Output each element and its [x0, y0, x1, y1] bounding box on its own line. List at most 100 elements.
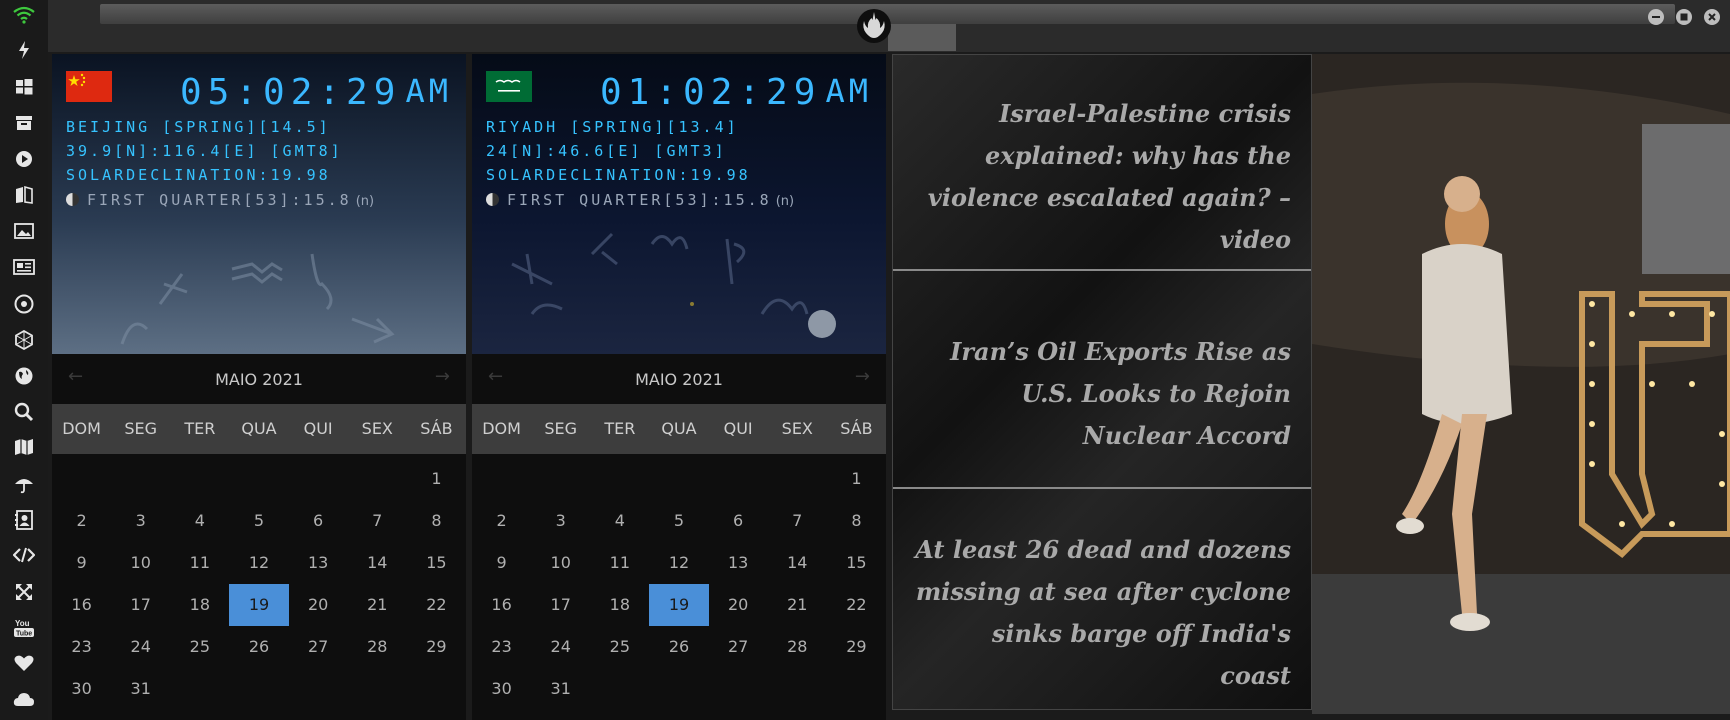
calendar-day[interactable]: 2 — [472, 500, 531, 542]
calendar-day[interactable]: 20 — [289, 584, 348, 626]
calendar-day[interactable]: 27 — [289, 626, 348, 668]
news-divider — [893, 269, 1311, 271]
expand-icon[interactable] — [11, 582, 37, 606]
calendar-day[interactable]: 28 — [768, 626, 827, 668]
next-month-arrow-icon[interactable]: → — [855, 366, 870, 387]
calendar-day[interactable]: 13 — [289, 542, 348, 584]
calendar-day[interactable]: 5 — [649, 500, 708, 542]
calendar-day[interactable]: 17 — [531, 584, 590, 626]
calendar-day[interactable]: 5 — [229, 500, 288, 542]
svg-text:Tube: Tube — [16, 631, 32, 638]
calendar-day[interactable]: 16 — [52, 584, 111, 626]
calendar-day[interactable]: 9 — [52, 542, 111, 584]
calendar-day[interactable]: 12 — [649, 542, 708, 584]
calendar-day[interactable]: 7 — [768, 500, 827, 542]
calendar-day[interactable]: 23 — [52, 626, 111, 668]
calendar-day[interactable]: 17 — [111, 584, 170, 626]
calendar-day[interactable]: 2 — [52, 500, 111, 542]
coordinates: 24[N]:46.6[E] [GMT3] — [486, 142, 727, 160]
calendar-day[interactable]: 18 — [590, 584, 649, 626]
calendar-day[interactable]: 12 — [229, 542, 288, 584]
close-button[interactable] — [1704, 9, 1720, 25]
book-icon[interactable] — [11, 185, 37, 210]
calendar-day[interactable]: 11 — [590, 542, 649, 584]
calendar-day[interactable]: 3 — [111, 500, 170, 542]
calendar-day[interactable]: 19 — [649, 584, 709, 626]
news-headline[interactable]: At least 26 dead and dozens missing at s… — [913, 529, 1291, 697]
calendar-day[interactable]: 29 — [407, 626, 466, 668]
calendar-day[interactable]: 4 — [170, 500, 229, 542]
zodiac-background — [511, 232, 836, 338]
calendar-day[interactable]: 25 — [590, 626, 649, 668]
calendar-day[interactable]: 10 — [111, 542, 170, 584]
calendar-day[interactable]: 24 — [111, 626, 170, 668]
next-month-arrow-icon[interactable]: → — [435, 366, 450, 387]
wifi-icon[interactable] — [11, 6, 37, 30]
calendar-day[interactable]: 6 — [709, 500, 768, 542]
maximize-button[interactable] — [1676, 9, 1692, 25]
calendar-day[interactable]: 7 — [348, 500, 407, 542]
calendar-day[interactable]: 14 — [348, 542, 407, 584]
calendar-day[interactable]: 18 — [170, 584, 229, 626]
umbrella-icon[interactable] — [11, 474, 37, 498]
code-icon[interactable] — [11, 546, 37, 570]
calendar-day[interactable]: 21 — [768, 584, 827, 626]
calendar-day[interactable]: 23 — [472, 626, 531, 668]
news-headline[interactable]: Israel-Palestine crisis explained: why h… — [913, 93, 1291, 261]
contact-icon[interactable] — [11, 510, 37, 534]
search-icon[interactable] — [11, 402, 37, 426]
calendar-day[interactable]: 31 — [111, 668, 170, 710]
calendar-day[interactable]: 8 — [827, 500, 886, 542]
calendar-day[interactable]: 10 — [531, 542, 590, 584]
lightning-icon[interactable] — [11, 40, 37, 64]
calendar-day[interactable]: 22 — [827, 584, 886, 626]
calendar-day[interactable]: 31 — [531, 668, 590, 710]
featured-photo[interactable] — [1312, 54, 1730, 714]
calendar-day[interactable]: 26 — [229, 626, 288, 668]
calendar-day[interactable]: 16 — [472, 584, 531, 626]
calendar-day[interactable]: 22 — [407, 584, 466, 626]
calendar-day[interactable]: 28 — [348, 626, 407, 668]
calendar-day[interactable]: 15 — [827, 542, 886, 584]
archive-icon[interactable] — [11, 114, 37, 138]
calendar-day[interactable]: 24 — [531, 626, 590, 668]
weekday-seg: SEG — [544, 419, 578, 438]
calendar-day[interactable]: 27 — [709, 626, 768, 668]
youtube-icon[interactable]: You Tube — [11, 618, 37, 642]
calendar-day[interactable]: 9 — [472, 542, 531, 584]
aperture-icon[interactable] — [11, 294, 37, 318]
rebel-alliance-logo[interactable] — [856, 8, 892, 44]
play-icon[interactable] — [11, 150, 37, 174]
calendar-day[interactable]: 1 — [827, 458, 886, 500]
calendar-day[interactable]: 26 — [649, 626, 708, 668]
calendar-day[interactable]: 19 — [229, 584, 289, 626]
calendar-day[interactable]: 6 — [289, 500, 348, 542]
calendar-day[interactable]: 3 — [531, 500, 590, 542]
city-season: BEIJING [SPRING][14.5] — [66, 118, 331, 136]
calendar-day[interactable]: 30 — [472, 668, 531, 710]
hexagon-icon[interactable] — [11, 329, 37, 354]
calendar-day[interactable]: 8 — [407, 500, 466, 542]
calendar-day[interactable]: 15 — [407, 542, 466, 584]
news-icon[interactable] — [11, 258, 37, 282]
calendar-day[interactable]: 21 — [348, 584, 407, 626]
calendar-day[interactable]: 1 — [407, 458, 466, 500]
globe-icon[interactable] — [11, 366, 37, 390]
calendar-day[interactable]: 14 — [768, 542, 827, 584]
cloud-icon[interactable] — [11, 690, 37, 714]
image-icon[interactable] — [11, 222, 37, 246]
calendar-day[interactable]: 4 — [590, 500, 649, 542]
calendar-day[interactable]: 30 — [52, 668, 111, 710]
tab-handle[interactable] — [888, 24, 956, 51]
windows-icon[interactable] — [11, 78, 37, 102]
calendar-day[interactable]: 13 — [709, 542, 768, 584]
calendar-day[interactable]: 11 — [170, 542, 229, 584]
minimize-button[interactable] — [1648, 9, 1664, 25]
news-headline[interactable]: Iran’s Oil Exports Rise as U.S. Looks to… — [913, 331, 1291, 457]
map-icon[interactable] — [11, 438, 37, 462]
calendar-day[interactable]: 20 — [709, 584, 768, 626]
calendar-day[interactable]: 25 — [170, 626, 229, 668]
moon-phase-text: FIRST QUARTER[53]:15.8 — [87, 191, 352, 209]
heart-icon[interactable] — [11, 654, 37, 678]
calendar-day[interactable]: 29 — [827, 626, 886, 668]
